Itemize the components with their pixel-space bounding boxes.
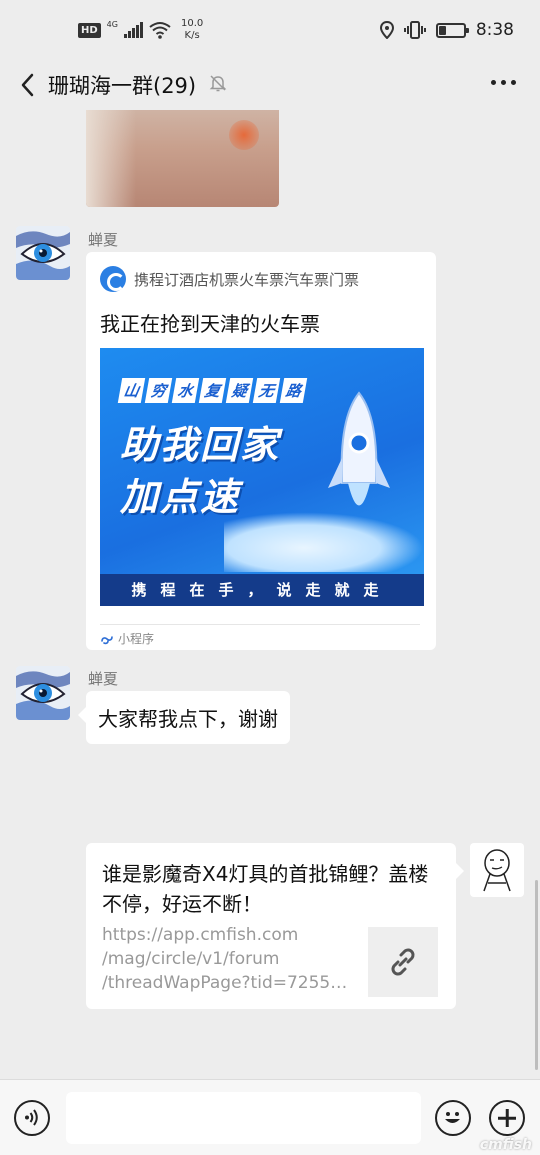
plus-icon[interactable]	[489, 1100, 525, 1136]
message-input[interactable]	[66, 1092, 421, 1144]
network-speed: 10.0 K/s	[180, 18, 204, 41]
banner-headline-1: 助我回家	[120, 423, 281, 467]
battery-icon	[435, 22, 469, 38]
link-title: 谁是影魔奇X4灯具的首批锦鲤？盖楼不停，好运不断！	[102, 862, 429, 916]
link-url: https://app.cmfish.com /mag/circle/v1/fo…	[102, 925, 357, 993]
emoji-icon[interactable]	[435, 1100, 471, 1136]
photo-message[interactable]	[86, 110, 279, 207]
my-avatar[interactable]	[470, 843, 524, 897]
link-card[interactable]: 谁是影魔奇X4灯具的首批锦鲤？盖楼不停，好运不断！ https://app.cm…	[86, 843, 464, 1009]
chat-header: 珊瑚海一群(29)	[0, 62, 540, 108]
mini-program-banner: 山 穷 水 复 疑 无 路 助我回家 加点速 携程在手，说走就走	[100, 348, 424, 606]
ctrip-logo-icon	[100, 266, 126, 292]
link-icon	[391, 948, 415, 976]
text-message[interactable]: 大家帮我点下，谢谢	[78, 691, 290, 744]
status-bar: HD 4G 10.0 K/s 8:38	[0, 0, 540, 62]
mini-program-icon	[101, 635, 113, 644]
banner-headline-2: 加点速	[120, 475, 241, 519]
mini-program-title: 我正在抢到天津的火车票	[100, 312, 320, 336]
bell-off-icon	[209, 75, 227, 92]
location-icon	[379, 21, 394, 39]
mini-program-label: 小程序	[118, 632, 155, 646]
vibrate-icon	[403, 21, 426, 39]
signal-icon	[123, 22, 143, 38]
clock: 8:38	[475, 20, 514, 40]
sender-name: 蝉夏	[88, 231, 119, 249]
wifi-icon	[149, 22, 171, 39]
mini-program-source: 携程订酒店机票火车票汽车票门票	[134, 270, 360, 289]
banner-slogan: 携程在手，说走就走	[100, 574, 424, 606]
voice-icon[interactable]	[14, 1100, 50, 1136]
chevron-left-icon[interactable]	[14, 70, 44, 100]
scrollbar[interactable]	[535, 880, 538, 1070]
sender-name: 蝉夏	[88, 670, 119, 688]
chat-title: 珊瑚海一群(29)	[48, 74, 197, 98]
avatar[interactable]	[16, 226, 70, 280]
link-thumbnail	[368, 927, 438, 997]
banner-ribbon: 山 穷 水 复 疑 无 路	[117, 378, 308, 403]
network-type: 4G	[106, 19, 118, 29]
avatar[interactable]	[16, 666, 70, 720]
hd-badge: HD	[78, 22, 101, 38]
more-dots-icon[interactable]	[491, 80, 516, 85]
mini-program-card[interactable]: 携程订酒店机票火车票汽车票门票 我正在抢到天津的火车票 山 穷 水 复 疑 无 …	[86, 252, 436, 650]
input-bar: cmfish	[0, 1079, 540, 1155]
watermark: cmfish	[479, 1137, 532, 1153]
rocket-icon	[328, 391, 390, 506]
